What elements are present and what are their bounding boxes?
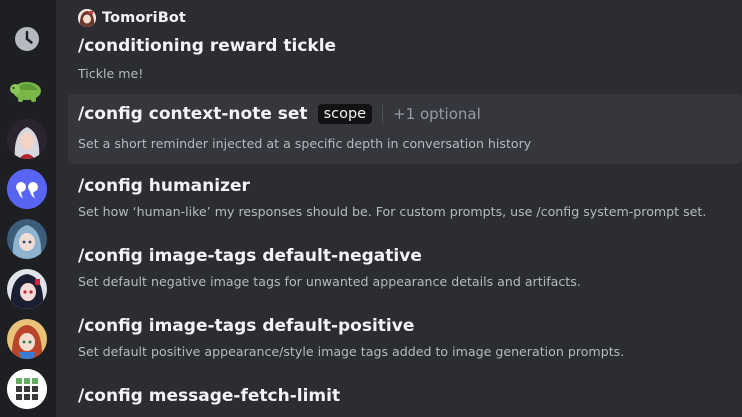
command-name: /config image-tags default-negative [78,246,422,266]
command-item[interactable]: /config image-tags default-positive Set … [68,312,742,382]
command-list-panel: TomoriBot /conditioning reward tickle Ti… [56,0,742,417]
command-name: /conditioning reward tickle [78,36,337,56]
dark-hair-character-avatar[interactable] [7,269,47,309]
command-item[interactable]: /config humanizer Set how ‘human-like’ m… [68,172,742,242]
command-description: Tickle me! [78,66,144,81]
quote-bot-icon[interactable] [7,169,47,209]
bot-avatar [78,9,96,27]
recents-clock-icon[interactable] [7,19,47,59]
optional-params-count: +1 optional [382,105,481,123]
command-name: /config message-fetch-limit [78,386,341,406]
command-name: /config image-tags default-positive [78,316,415,336]
param-scope-pill[interactable]: scope [317,104,373,124]
command-title-row: /config context-note set scope +1 option… [78,94,481,134]
bot-name: TomoriBot [102,10,186,26]
command-name: /config humanizer [78,176,250,196]
command-description: Set how ‘human-like’ my responses should… [78,204,707,219]
bot-header: TomoriBot [78,8,186,28]
blue-hair-character-avatar[interactable] [7,219,47,259]
command-description: Set a short reminder injected at a speci… [78,136,532,151]
command-item[interactable]: /config message-fetch-limit [68,382,742,417]
command-description: Set default positive appearance/style im… [78,344,625,359]
command-item[interactable]: /config image-tags default-negative Set … [68,242,742,312]
silver-hair-character-avatar[interactable] [7,119,47,159]
command-item[interactable]: /conditioning reward tickle Tickle me! [68,32,742,90]
command-description: Set default negative image tags for unwa… [78,274,581,289]
grid-game-icon[interactable] [7,369,47,409]
command-item-selected[interactable]: /config context-note set scope +1 option… [68,94,742,164]
redhead-character-avatar[interactable] [7,319,47,359]
turtle-app-icon[interactable] [7,69,47,109]
command-name: /config context-note set [78,104,308,124]
app-rail [0,0,56,417]
